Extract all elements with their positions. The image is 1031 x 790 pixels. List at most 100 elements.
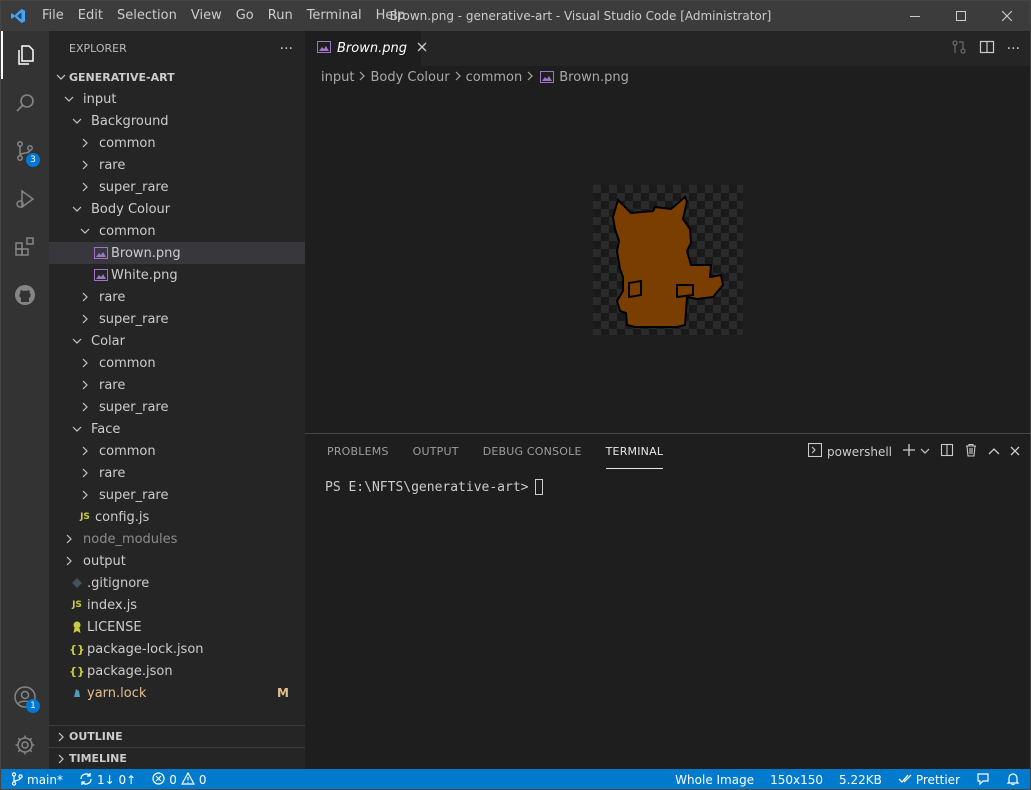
chevron-right-icon — [77, 440, 93, 462]
branch-status[interactable]: main* — [11, 771, 63, 789]
terminal-output[interactable]: PS E:\NFTS\generative-art> — [325, 479, 543, 495]
menu-file[interactable]: File — [35, 1, 71, 31]
file-item[interactable]: Brown.png — [49, 242, 305, 264]
breadcrumb-item[interactable]: Body Colour — [370, 70, 449, 85]
workspace-root[interactable]: GENERATIVE-ART — [49, 66, 305, 88]
folder-item[interactable]: common — [49, 220, 305, 242]
file-item[interactable]: .gitignore — [49, 572, 305, 594]
explorer-icon[interactable] — [1, 31, 49, 79]
notifications-bell-icon[interactable] — [1006, 772, 1020, 789]
breadcrumb: input Body Colour common Brown.png — [305, 66, 1030, 88]
breadcrumb-item[interactable]: input — [321, 70, 354, 85]
maximize-panel-icon[interactable] — [988, 445, 1000, 459]
tab-brown-png[interactable]: Brown.png — [305, 31, 427, 66]
image-zoom-mode[interactable]: Whole Image — [675, 773, 754, 787]
folder-item[interactable]: node_modules — [49, 528, 305, 550]
folder-item[interactable]: Colar — [49, 330, 305, 352]
folder-item[interactable]: rare — [49, 374, 305, 396]
folder-item[interactable]: rare — [49, 154, 305, 176]
close-panel-icon[interactable] — [1010, 445, 1020, 459]
outline-section[interactable]: OUTLINE — [49, 725, 305, 747]
chevron-right-icon — [526, 70, 534, 85]
close-window-button[interactable] — [984, 1, 1030, 31]
menu-help[interactable]: Help — [369, 1, 413, 31]
folder-item[interactable]: super_rare — [49, 396, 305, 418]
breadcrumb-item[interactable]: Brown.png — [559, 70, 629, 85]
menu-selection[interactable]: Selection — [110, 1, 184, 31]
explorer-sidebar: EXPLORER ··· GENERATIVE-ART input Backgro… — [49, 31, 305, 769]
settings-gear-icon[interactable] — [1, 721, 49, 769]
sync-status[interactable]: 1↓ 0↑ — [79, 772, 136, 789]
file-item[interactable]: JS config.js — [49, 506, 305, 528]
more-actions-button[interactable]: ··· — [280, 41, 293, 57]
new-terminal-icon[interactable] — [902, 443, 916, 460]
item-label: Brown.png — [111, 245, 181, 261]
trash-icon[interactable] — [964, 443, 978, 460]
extensions-icon[interactable] — [1, 223, 49, 271]
item-label: Body Colour — [91, 201, 171, 217]
tab-label: Brown.png — [337, 41, 407, 56]
prettier-status[interactable]: Prettier — [898, 773, 960, 788]
folder-item[interactable]: Background — [49, 110, 305, 132]
folder-item[interactable]: super_rare — [49, 308, 305, 330]
open-changes-icon[interactable] — [951, 39, 967, 59]
accounts-icon[interactable]: 1 — [1, 673, 49, 721]
folder-item[interactable]: common — [49, 440, 305, 462]
file-item[interactable]: {} package.json — [49, 660, 305, 682]
tab-output[interactable]: OUTPUT — [413, 434, 459, 469]
chevron-right-icon — [77, 154, 93, 176]
close-tab-icon[interactable] — [417, 41, 427, 56]
split-terminal-icon[interactable] — [940, 443, 954, 460]
folder-item[interactable]: rare — [49, 286, 305, 308]
breadcrumb-item[interactable]: common — [466, 70, 523, 85]
sync-icon — [79, 772, 93, 789]
tab-terminal[interactable]: TERMINAL — [605, 434, 664, 469]
menu-view[interactable]: View — [184, 1, 229, 31]
folder-item[interactable]: Body Colour — [49, 198, 305, 220]
feedback-icon[interactable] — [976, 772, 990, 789]
menu-edit[interactable]: Edit — [71, 1, 110, 31]
more-editor-actions-button[interactable]: ··· — [1007, 41, 1020, 57]
run-debug-icon[interactable] — [1, 175, 49, 223]
file-item[interactable]: White.png — [49, 264, 305, 286]
chevron-down-icon — [77, 220, 93, 242]
menu-go[interactable]: Go — [229, 1, 261, 31]
problems-status[interactable]: 0 0 — [152, 771, 206, 788]
folder-item[interactable]: Face — [49, 418, 305, 440]
file-item[interactable]: yarn.lock M — [49, 682, 305, 704]
tab-problems[interactable]: PROBLEMS — [327, 434, 389, 469]
folder-item[interactable]: input — [49, 88, 305, 110]
chevron-right-icon — [61, 550, 77, 572]
menu-terminal[interactable]: Terminal — [300, 1, 369, 31]
file-item[interactable]: {} package-lock.json — [49, 638, 305, 660]
search-icon[interactable] — [1, 79, 49, 127]
file-item[interactable]: JS index.js — [49, 594, 305, 616]
javascript-file-icon: JS — [72, 600, 82, 610]
terminal-prompt: PS E:\NFTS\generative-art> — [325, 479, 529, 495]
file-item[interactable]: LICENSE — [49, 616, 305, 638]
chevron-down-icon — [69, 198, 85, 220]
chevron-right-icon — [77, 484, 93, 506]
timeline-label: TIMELINE — [69, 752, 127, 765]
github-icon[interactable] — [1, 271, 49, 319]
split-editor-icon[interactable] — [979, 39, 995, 59]
folder-item[interactable]: output — [49, 550, 305, 572]
minimize-button[interactable] — [892, 1, 938, 31]
source-control-icon[interactable]: 3 — [1, 127, 49, 175]
folder-item[interactable]: super_rare — [49, 484, 305, 506]
folder-item[interactable]: super_rare — [49, 176, 305, 198]
tab-debug-console[interactable]: DEBUG CONSOLE — [483, 434, 582, 469]
folder-item[interactable]: rare — [49, 462, 305, 484]
chevron-right-icon — [77, 352, 93, 374]
menu-run[interactable]: Run — [261, 1, 300, 31]
modified-badge: M — [277, 686, 289, 700]
terminal-selector[interactable]: powershell — [807, 442, 892, 460]
maximize-button[interactable] — [938, 1, 984, 31]
image-preview[interactable] — [593, 185, 743, 335]
timeline-section[interactable]: TIMELINE — [49, 747, 305, 769]
chevron-down-icon[interactable] — [920, 445, 930, 459]
folder-item[interactable]: common — [49, 132, 305, 154]
terminal-cursor — [534, 479, 543, 495]
indent-guide — [77, 484, 78, 506]
folder-item[interactable]: common — [49, 352, 305, 374]
